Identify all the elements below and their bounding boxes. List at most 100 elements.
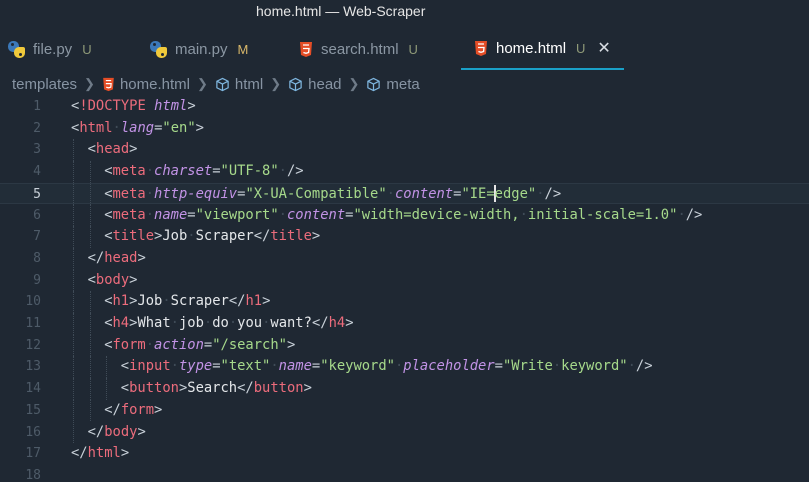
chevron-right-icon: ❯ xyxy=(84,76,95,91)
code-token: · xyxy=(203,315,213,331)
code-token: = xyxy=(203,336,213,353)
breadcrumb-item-file[interactable]: home.html xyxy=(102,76,190,93)
code-line[interactable]: 8 </head> xyxy=(0,247,809,270)
breadcrumb-item-templates[interactable]: templates xyxy=(12,76,77,93)
tab-label: home.html xyxy=(496,39,567,57)
code-line[interactable]: 2 <html·lang="en"> xyxy=(0,118,809,140)
line-number: 14 xyxy=(25,381,41,397)
code-token: < xyxy=(120,358,130,375)
code-text: <input·type="text"·name="keyword"·placeh… xyxy=(121,356,653,378)
indent-guide xyxy=(106,378,108,400)
code-token: h4 xyxy=(112,315,130,331)
code-token: > xyxy=(311,228,321,245)
code-line[interactable]: 3 <head> xyxy=(0,139,809,162)
code-token: < xyxy=(104,206,113,223)
html5-icon xyxy=(300,41,312,57)
code-line[interactable]: 11 <h4>What·job·do·you·want?</h4> xyxy=(0,313,809,335)
indent-guide xyxy=(89,183,91,206)
code-token: = xyxy=(212,358,221,375)
code-token: "keyword" xyxy=(320,358,395,375)
code-text: <meta·name="viewport"·content="width=dev… xyxy=(104,205,702,227)
code-text: <button>Search</button> xyxy=(121,378,312,400)
code-token: Search xyxy=(187,380,238,397)
code-text: <html·lang="en"> xyxy=(71,118,204,140)
code-line[interactable]: 17 </html> xyxy=(0,443,809,465)
code-line[interactable]: 18 xyxy=(0,465,809,482)
code-token: > xyxy=(187,98,196,114)
code-line[interactable]: 6 <meta·name="viewport"·content="width=de… xyxy=(0,204,809,227)
code-text: <h4>What·job·do·you·want?</h4> xyxy=(104,313,353,335)
code-token: "UTF-8" xyxy=(220,163,279,180)
line-number: 4 xyxy=(33,164,41,180)
line-number: 1 xyxy=(33,99,41,114)
code-token: "X-UA-Compatible" xyxy=(245,185,387,202)
indent-guide xyxy=(89,399,91,422)
python-icon xyxy=(8,40,25,58)
code-token: < xyxy=(87,141,96,158)
code-token: edge" xyxy=(494,185,537,202)
code-token: · xyxy=(228,315,238,331)
code-token: you xyxy=(237,315,263,331)
line-number: 6 xyxy=(33,207,41,223)
code-token: "viewport" xyxy=(195,206,279,223)
code-text: <meta·charset="UTF-8"·/> xyxy=(104,161,303,183)
title-bar: home.html — Web-Scraper xyxy=(0,0,809,26)
breadcrumb-item-meta[interactable]: meta xyxy=(366,76,420,93)
code-line[interactable]: 12 <form·action="/search"> xyxy=(0,334,809,357)
code-token: · xyxy=(170,315,179,331)
code-token: · xyxy=(170,358,179,375)
editor-tabs: file.py U main.py M search.html U home.h… xyxy=(0,28,809,70)
indent-guide xyxy=(73,378,74,400)
html5-icon xyxy=(102,77,115,92)
code-token: title xyxy=(270,228,312,245)
code-token: name xyxy=(154,206,188,223)
code-token: button xyxy=(129,380,179,397)
code-line[interactable]: 7 <title>Job·Scraper</title> xyxy=(0,226,809,248)
line-number: 8 xyxy=(33,250,41,266)
tab-main-py[interactable]: main.py M xyxy=(150,28,248,70)
code-token: </ xyxy=(87,423,105,440)
code-line[interactable]: 4 <meta·charset="UTF-8"·/> xyxy=(0,161,809,183)
code-line[interactable]: 16 </body> xyxy=(0,421,809,444)
tab-search-html[interactable]: search.html U xyxy=(299,28,418,70)
code-line[interactable]: 5 <meta·http-equiv="X-UA-Compatible"·cont… xyxy=(0,182,809,206)
indent-guide xyxy=(73,247,74,270)
code-token: > xyxy=(120,445,130,462)
tab-label: search.html xyxy=(321,40,399,58)
code-line[interactable]: 14 <button>Search</button> xyxy=(0,378,809,400)
code-line[interactable]: 9 <body> xyxy=(0,269,809,292)
indent-guide xyxy=(89,334,91,357)
code-token: form xyxy=(120,401,155,418)
code-editor[interactable]: 1 <!DOCTYPE html> 2 <html·lang="en"> 3 <head>… xyxy=(0,96,809,482)
code-token: · xyxy=(187,228,196,245)
code-text: <body> xyxy=(88,270,138,292)
line-number: 5 xyxy=(33,186,41,202)
code-token: </ xyxy=(228,293,246,310)
indent-guide xyxy=(73,399,74,422)
code-line[interactable]: 15 </form> xyxy=(0,399,809,422)
code-text: </html> xyxy=(71,443,129,465)
indent-guide xyxy=(73,139,74,162)
code-token: > xyxy=(137,249,146,266)
code-token: lang xyxy=(120,119,155,136)
code-token: "text" xyxy=(220,358,271,375)
code-token: head xyxy=(104,249,138,266)
code-line[interactable]: 10 <h1>Job·Scraper</h1> xyxy=(0,291,809,313)
breadcrumb-item-html[interactable]: html xyxy=(215,76,263,93)
code-token: < xyxy=(104,336,113,353)
code-token: · xyxy=(145,185,155,202)
code-token: = xyxy=(311,358,321,375)
code-line[interactable]: 13 <input·type="text"·name="keyword"·plac… xyxy=(0,356,809,379)
tab-file-py[interactable]: file.py U xyxy=(8,28,92,70)
code-token: · xyxy=(627,358,636,375)
breadcrumb-item-head[interactable]: head xyxy=(288,76,342,93)
tab-home-html[interactable]: home.html U ✕ xyxy=(461,28,624,70)
code-token: > xyxy=(154,401,163,418)
code-token: charset xyxy=(154,163,213,180)
code-token: · xyxy=(519,206,528,223)
code-token: button xyxy=(253,380,304,397)
indent-guide xyxy=(89,313,91,335)
close-icon[interactable]: ✕ xyxy=(597,38,610,58)
code-line[interactable]: 1 <!DOCTYPE html> xyxy=(0,96,809,118)
code-token: > xyxy=(286,336,296,353)
